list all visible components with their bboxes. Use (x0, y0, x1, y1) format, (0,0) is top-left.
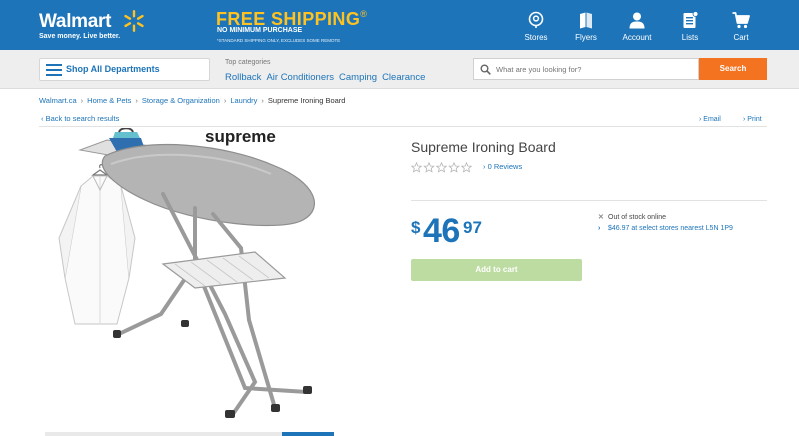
chevron-right-icon: › (699, 116, 702, 123)
store-availability-link[interactable]: › $46.97 at select stores nearest L5N 1P9 (598, 225, 733, 232)
online-availability-text: Out of stock online (608, 214, 666, 221)
shop-all-label: Shop All Departments (66, 64, 160, 74)
product-image[interactable]: supreme (45, 128, 341, 432)
search-box (473, 58, 699, 80)
breadcrumb-current: Supreme Ironing Board (267, 96, 346, 105)
spark-icon (124, 10, 144, 32)
star-rating-icon (411, 162, 472, 173)
shipping-title: FREE SHIPPING (216, 9, 361, 29)
breadcrumb-separator: › (223, 96, 227, 105)
search-form: Search (473, 58, 767, 80)
nav-stores-label: Stores (524, 33, 548, 42)
shipping-note: *STANDARD SHIPPING ONLY, EXCLUDES SOME R… (217, 38, 341, 43)
email-link[interactable]: › Email (699, 116, 721, 123)
breadcrumb-separator: › (135, 96, 138, 105)
search-button[interactable]: Search (699, 58, 767, 80)
nav-account[interactable]: Account (612, 11, 662, 42)
shipping-trademark: ® (360, 9, 367, 19)
nav-lists[interactable]: Lists (665, 11, 715, 42)
divider (39, 126, 767, 127)
image-brand-text: supreme (205, 128, 276, 146)
chevron-right-icon: › (598, 225, 601, 232)
image-scrollbar[interactable] (45, 432, 282, 436)
breadcrumb-home[interactable]: Walmart.ca (39, 96, 77, 105)
nav-flyers[interactable]: Flyers (561, 11, 611, 42)
logo-tagline: Save money. Live better. (39, 33, 121, 40)
breadcrumb-storage-organization[interactable]: Storage & Organization (142, 96, 220, 105)
logo-wordmark: Walmart (39, 11, 112, 32)
category-link-air-conditioners[interactable]: Air Conditioners (266, 72, 334, 83)
breadcrumb-separator: › (261, 96, 264, 105)
chevron-left-icon: ‹ (41, 114, 44, 123)
nav-account-label: Account (622, 33, 652, 42)
back-to-search-link[interactable]: ‹ Back to search results (41, 114, 119, 123)
shipping-subtitle: NO MINIMUM PURCHASE (217, 27, 303, 34)
back-to-search-label: Back to search results (45, 114, 120, 123)
price-currency: $ (411, 218, 421, 237)
reviews-link[interactable]: › 0 Reviews (483, 162, 522, 171)
category-link-clearance[interactable]: Clearance (382, 72, 425, 83)
add-to-cart-button[interactable]: Add to cart (411, 259, 582, 281)
email-label: Email (703, 116, 721, 123)
breadcrumb-laundry[interactable]: Laundry (230, 96, 257, 105)
account-icon (629, 12, 645, 29)
category-link-rollback[interactable]: Rollback (225, 72, 261, 83)
free-shipping-banner[interactable]: FREE SHIPPING® NO MINIMUM PURCHASE *STAN… (216, 9, 367, 43)
product-title: Supreme Ironing Board (411, 139, 556, 155)
search-icon (480, 64, 491, 75)
divider (411, 200, 767, 201)
chevron-right-icon: › (743, 116, 746, 123)
rating-stars (411, 162, 472, 173)
chevron-right-icon: › (483, 162, 486, 171)
print-link[interactable]: › Print (743, 116, 762, 123)
image-scroll-thumb[interactable] (282, 432, 334, 436)
price-dollars: 46 (423, 212, 460, 250)
flyer-icon (580, 12, 592, 29)
cart-icon (732, 12, 750, 29)
nav-stores[interactable]: Stores (511, 11, 561, 42)
online-availability: ✕ Out of stock online (598, 213, 666, 221)
breadcrumb-home-pets[interactable]: Home & Pets (87, 96, 131, 105)
hamburger-menu-icon (46, 64, 62, 76)
price-cents: 97 (463, 218, 482, 237)
top-categories-caption: Top categories (225, 59, 271, 66)
nav-lists-label: Lists (681, 33, 699, 42)
top-categories: Top categories Rollback Air Conditioners C… (225, 59, 430, 85)
nav-cart-label: Cart (733, 33, 749, 42)
walmart-logo[interactable]: Walmart Save money. Live better. (39, 10, 144, 40)
reviews-count: 0 Reviews (487, 162, 523, 171)
nav-cart[interactable]: Cart (716, 11, 766, 42)
breadcrumb: Walmart.ca › Home & Pets › Storage & Organiz… (39, 96, 345, 105)
store-pin-icon (528, 11, 544, 28)
ironing-board-illustration: supreme (58, 128, 315, 418)
category-bar: Shop All Departments Top categories Roll… (0, 50, 799, 89)
breadcrumb-separator: › (80, 96, 84, 105)
category-link-camping[interactable]: Camping (339, 72, 377, 83)
site-header: Walmart Save money. Live better. FREE SH… (0, 0, 799, 50)
nav-flyers-label: Flyers (575, 33, 597, 42)
shop-all-departments-button[interactable]: Shop All Departments (39, 58, 210, 81)
list-icon (683, 11, 699, 28)
search-input[interactable] (496, 62, 694, 77)
x-icon: ✕ (598, 214, 604, 221)
print-label: Print (747, 116, 762, 123)
store-availability-text: $46.97 at select stores nearest L5N 1P9 (608, 225, 733, 232)
